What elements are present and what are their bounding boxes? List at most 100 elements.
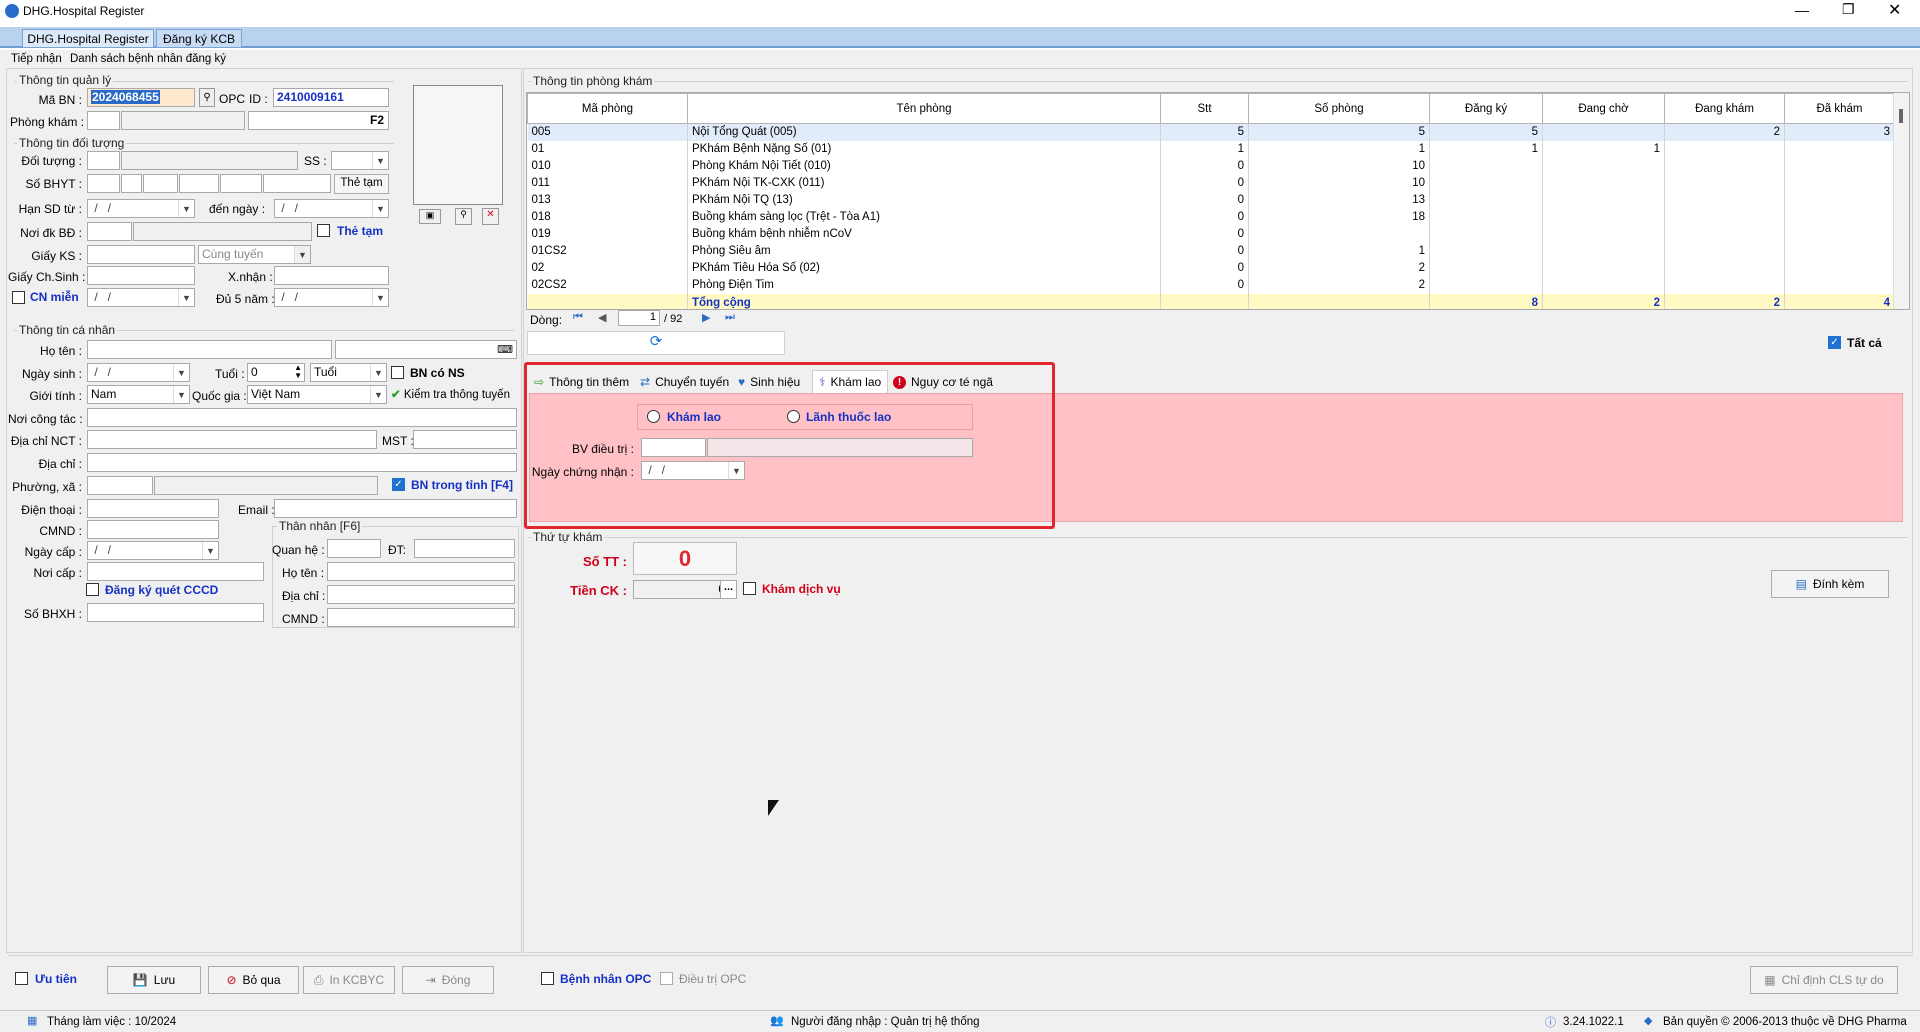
in-kcbyc-button[interactable]: ⎙ In KCBYC	[303, 966, 395, 994]
bn-opc-checkbox[interactable]	[541, 972, 554, 985]
han-sd-from[interactable]: / / ▼	[87, 199, 195, 218]
keyboard-icon[interactable]: ⌨	[497, 343, 513, 356]
grid-scrollbar[interactable]	[1893, 93, 1909, 309]
bhyt-part5[interactable]	[220, 174, 262, 193]
phong-kham-search[interactable]: F2	[248, 111, 389, 130]
table-row[interactable]: 011 PKhám Nội TK-CXK (011) 0 10	[527, 174, 1895, 192]
du5nam-date[interactable]: / / ▼	[274, 288, 389, 307]
noi-cong-tac-input[interactable]	[87, 408, 517, 427]
col-header[interactable]: Stt	[1160, 93, 1249, 124]
doc-tab-register[interactable]: DHG.Hospital Register	[22, 29, 154, 48]
ngay-sinh-date[interactable]: / / ▼	[87, 363, 190, 382]
last-page-icon[interactable]: ⏭	[725, 311, 735, 324]
bhyt-part6[interactable]	[263, 174, 331, 193]
giay-chsinh-input[interactable]	[87, 266, 195, 285]
tuoi-unit-select[interactable]: Tuổi ▼	[310, 363, 387, 382]
tuoi-input[interactable]: 0 ▲ ▼	[247, 363, 305, 382]
luu-button[interactable]: 💾 Lưu	[107, 966, 201, 994]
bhyt-part3[interactable]	[143, 174, 178, 193]
col-header[interactable]: Đang khám	[1664, 93, 1785, 124]
han-sd-to[interactable]: / / ▼	[274, 199, 389, 218]
phuong-xa-code[interactable]	[87, 476, 153, 495]
cn-mien-checkbox[interactable]	[12, 291, 25, 304]
email-input[interactable]	[274, 499, 517, 518]
bhyt-part1[interactable]	[87, 174, 120, 193]
tn-cmnd-input[interactable]	[327, 608, 515, 627]
ma-bn-input[interactable]: 2024068455	[87, 88, 195, 107]
dien-thoai-input[interactable]	[87, 499, 219, 518]
col-header[interactable]: Mã phòng	[527, 93, 688, 124]
chi-dinh-button[interactable]: ▦ Chỉ định CLS tự do	[1750, 966, 1898, 994]
dong-button[interactable]: ⇥ Đóng	[402, 966, 494, 994]
cmnd-input[interactable]	[87, 520, 219, 539]
delete-photo-icon[interactable]: ✕	[482, 208, 499, 225]
camera-icon[interactable]: ▣	[419, 209, 441, 224]
so-bhxh-input[interactable]	[87, 603, 264, 622]
xnhan-input[interactable]	[274, 266, 389, 285]
table-row[interactable]: 013 PKhám Nội TQ (13) 0 13	[527, 191, 1895, 209]
bo-qua-button[interactable]: ⊘ Bỏ qua	[208, 966, 299, 994]
col-header[interactable]: Số phòng	[1248, 93, 1430, 124]
tien-ck-input[interactable]: 0	[633, 580, 729, 599]
col-header[interactable]: Đăng ký	[1429, 93, 1543, 124]
quan-he-input[interactable]	[327, 539, 381, 558]
col-header[interactable]: Đã khám	[1784, 93, 1895, 124]
the-tam-checkbox[interactable]	[317, 224, 330, 237]
minimize-icon[interactable]: —	[1795, 2, 1809, 18]
upload-icon[interactable]: ⚲	[455, 208, 472, 225]
noi-dk-code[interactable]	[87, 222, 132, 241]
table-row[interactable]: 018 Buồng khám sàng lọc (Trệt - Tòa A1) 0 1…	[527, 208, 1895, 226]
dia-chi-input[interactable]	[87, 453, 517, 472]
table-row[interactable]: 010 Phòng Khám Nội Tiết (010) 0 10	[527, 157, 1895, 175]
ho-ten-extra[interactable]: ⌨	[335, 340, 517, 359]
tab-tiep-nhan[interactable]: Tiếp nhận	[11, 53, 62, 65]
table-row[interactable]: 01 PKhám Bệnh Nặng Số (01) 1 1 1 1	[527, 140, 1895, 158]
table-row[interactable]: 01CS2 Phòng Siêu âm 0 1	[527, 242, 1895, 260]
col-header[interactable]: Đang chờ	[1542, 93, 1665, 124]
phong-kham-code[interactable]	[87, 111, 120, 130]
kiem-tra-button[interactable]: ✔ Kiểm tra thông tuyến	[391, 385, 517, 404]
noi-cap-input[interactable]	[87, 562, 264, 581]
id-input[interactable]: 2410009161	[273, 88, 389, 107]
scroll-thumb[interactable]	[1899, 109, 1903, 123]
refresh-button[interactable]: ⟳	[527, 331, 785, 355]
cn-mien-date[interactable]: / / ▼	[87, 288, 195, 307]
first-page-icon[interactable]: ⏮	[573, 311, 583, 324]
mst-input[interactable]	[413, 430, 517, 449]
tn-dia-chi-input[interactable]	[327, 585, 515, 604]
dia-chi-nct-input[interactable]	[87, 430, 377, 449]
bn-trong-tinh-checkbox[interactable]: ✓	[392, 478, 405, 491]
page-input[interactable]: 1	[618, 310, 660, 326]
dinh-kem-button[interactable]: ▤ Đính kèm	[1771, 570, 1889, 598]
the-tam-button[interactable]: Thẻ tạm	[334, 174, 389, 194]
cung-tuyen-select[interactable]: Cùng tuyến ▼	[198, 245, 311, 264]
patient-search-icon[interactable]: ⚲	[199, 88, 215, 107]
next-page-icon[interactable]: ▶	[702, 311, 710, 324]
bhyt-part4[interactable]	[179, 174, 219, 193]
ss-select[interactable]: ▼	[331, 151, 389, 170]
tien-ck-more-button[interactable]: ...	[720, 580, 737, 599]
quoc-gia-select[interactable]: Việt Nam ▼	[247, 385, 387, 404]
dieu-tri-opc-checkbox[interactable]	[660, 972, 673, 985]
gioi-tinh-select[interactable]: Nam ▼	[87, 385, 190, 404]
close-icon[interactable]: ✕	[1888, 0, 1901, 20]
giay-ks-input[interactable]	[87, 245, 195, 264]
bn-co-ns-checkbox[interactable]	[391, 366, 404, 379]
tab-danh-sach[interactable]: Danh sách bệnh nhân đăng ký	[70, 53, 226, 65]
prev-page-icon[interactable]: ◀	[598, 311, 606, 324]
table-row[interactable]: 02CS2 Phòng Điện Tim 0 2	[527, 276, 1895, 294]
spin-icon[interactable]: ▲ ▼	[294, 364, 302, 380]
table-row[interactable]: 02 PKhám Tiêu Hóa Số (02) 0 2	[527, 259, 1895, 277]
tat-ca-checkbox[interactable]: ✓	[1828, 336, 1841, 349]
col-header[interactable]: Tên phòng	[687, 93, 1161, 124]
ho-ten-input[interactable]	[87, 340, 332, 359]
uu-tien-checkbox[interactable]	[15, 972, 28, 985]
dk-cccd-checkbox[interactable]	[86, 583, 99, 596]
table-row[interactable]: 005 Nội Tổng Quát (005) 5 5 5 2 3	[527, 123, 1895, 141]
kham-dv-checkbox[interactable]	[743, 582, 756, 595]
tn-dt-input[interactable]	[414, 539, 515, 558]
bhyt-part2[interactable]	[121, 174, 142, 193]
table-row[interactable]: 019 Buồng khám bệnh nhiễm nCoV 0	[527, 225, 1895, 243]
doc-tab-dang-ky[interactable]: Đăng ký KCB	[156, 29, 242, 48]
maximize-icon[interactable]: ❐	[1842, 1, 1855, 18]
